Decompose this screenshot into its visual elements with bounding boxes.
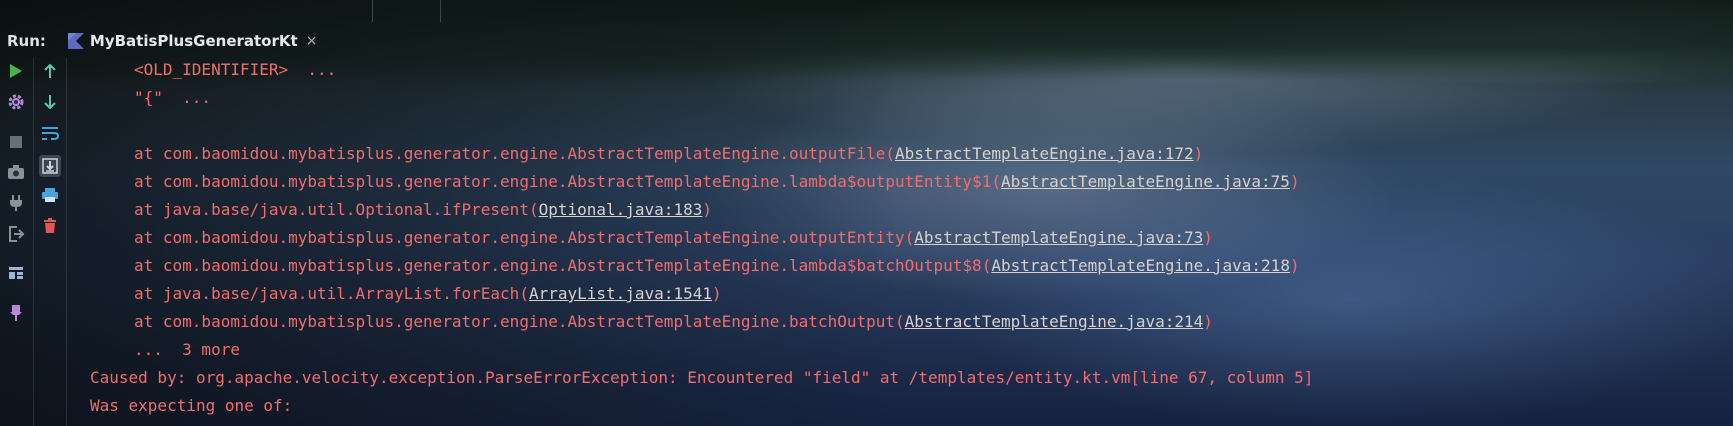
console-line: at com.baomidou.mybatisplus.generator.en… <box>90 140 1733 168</box>
console-line: at java.base/java.util.ArrayList.forEach… <box>90 280 1733 308</box>
source-link[interactable]: AbstractTemplateEngine.java:172 <box>895 144 1194 163</box>
console-line-text: at com.baomidou.mybatisplus.generator.en… <box>134 172 1001 191</box>
kotlin-icon <box>67 33 84 49</box>
source-link[interactable]: Optional.java:183 <box>539 200 703 219</box>
console-line-suffix: ) <box>1289 172 1300 191</box>
layout-icon[interactable] <box>7 264 25 282</box>
console-line-text: <OLD_IDENTIFIER> ... <box>134 60 337 79</box>
console-line-text: at com.baomidou.mybatisplus.generator.en… <box>134 228 915 247</box>
top-divider <box>372 0 373 22</box>
run-tool-window: Run: MyBatisPlusGeneratorKt × <OLD_IDENT… <box>0 0 1733 426</box>
run-header: Run: MyBatisPlusGeneratorKt × <box>0 28 600 54</box>
down-arrow-icon[interactable] <box>41 93 59 111</box>
up-arrow-icon[interactable] <box>41 62 59 80</box>
console-output[interactable]: <OLD_IDENTIFIER> ... "{" ... at com.baomid… <box>90 56 1733 426</box>
console-line: <OLD_IDENTIFIER> ... <box>90 56 1733 84</box>
console-line-suffix: ) <box>1203 228 1213 247</box>
exit-icon[interactable] <box>7 225 25 243</box>
console-toolbar <box>34 58 67 426</box>
top-divider <box>440 0 441 22</box>
run-icon[interactable] <box>7 62 25 80</box>
console-line: ... 3 more <box>90 336 1733 364</box>
close-icon[interactable]: × <box>306 33 318 49</box>
console-line-text: at com.baomidou.mybatisplus.generator.en… <box>134 256 992 275</box>
source-link[interactable]: ArrayList.java:1541 <box>529 284 712 303</box>
console-line: at java.base/java.util.Optional.ifPresen… <box>90 196 1733 224</box>
console-line-suffix: ) <box>702 200 712 219</box>
run-label: Run: <box>7 32 46 50</box>
console-line-text: ... 3 more <box>134 340 240 359</box>
console-line-suffix: ) <box>1203 312 1213 331</box>
trash-icon[interactable] <box>41 217 59 235</box>
console-line-suffix: ) <box>1193 144 1204 163</box>
console-line: Was expecting one of: <box>90 392 1733 420</box>
console-line-suffix: ) <box>1289 256 1300 275</box>
console-line-text: at java.base/java.util.ArrayList.forEach… <box>134 284 529 303</box>
plug-icon[interactable] <box>7 194 25 212</box>
source-link[interactable]: AbstractTemplateEngine.java:218 <box>991 256 1290 275</box>
console-line-suffix: ) <box>711 284 722 303</box>
camera-icon[interactable] <box>7 163 25 181</box>
console-line: at com.baomidou.mybatisplus.generator.en… <box>90 252 1733 280</box>
console-line: at com.baomidou.mybatisplus.generator.en… <box>90 308 1733 336</box>
run-toolbar <box>0 58 32 426</box>
console-line: at com.baomidou.mybatisplus.generator.en… <box>90 224 1733 252</box>
source-link[interactable]: AbstractTemplateEngine.java:214 <box>905 312 1204 331</box>
tab-label: MyBatisPlusGeneratorKt <box>89 32 298 50</box>
console-line-text: at java.base/java.util.Optional.ifPresen… <box>134 200 539 219</box>
scroll-to-end-icon[interactable] <box>39 155 61 177</box>
console-line: at com.baomidou.mybatisplus.generator.en… <box>90 168 1733 196</box>
settings-icon[interactable] <box>7 93 25 111</box>
console-line: "{" ... <box>90 84 1733 112</box>
console-line-text: at com.baomidou.mybatisplus.generator.en… <box>134 312 905 331</box>
print-icon[interactable] <box>41 186 59 204</box>
console-line-text: "{" ... <box>134 88 212 107</box>
stop-icon[interactable] <box>7 133 25 151</box>
console-line-text: Was expecting one of: <box>90 396 293 415</box>
console-line-text: Caused by: org.apache.velocity.exception… <box>90 368 1314 387</box>
tab-mybatis-plus-generator[interactable]: MyBatisPlusGeneratorKt × <box>67 28 318 54</box>
soft-wrap-icon[interactable] <box>41 124 59 142</box>
source-link[interactable]: AbstractTemplateEngine.java:75 <box>1001 172 1290 191</box>
pin-icon[interactable] <box>7 304 25 322</box>
console-line-text: at com.baomidou.mybatisplus.generator.en… <box>134 144 895 163</box>
console-line: Caused by: org.apache.velocity.exception… <box>90 364 1733 392</box>
source-link[interactable]: AbstractTemplateEngine.java:73 <box>914 228 1203 247</box>
